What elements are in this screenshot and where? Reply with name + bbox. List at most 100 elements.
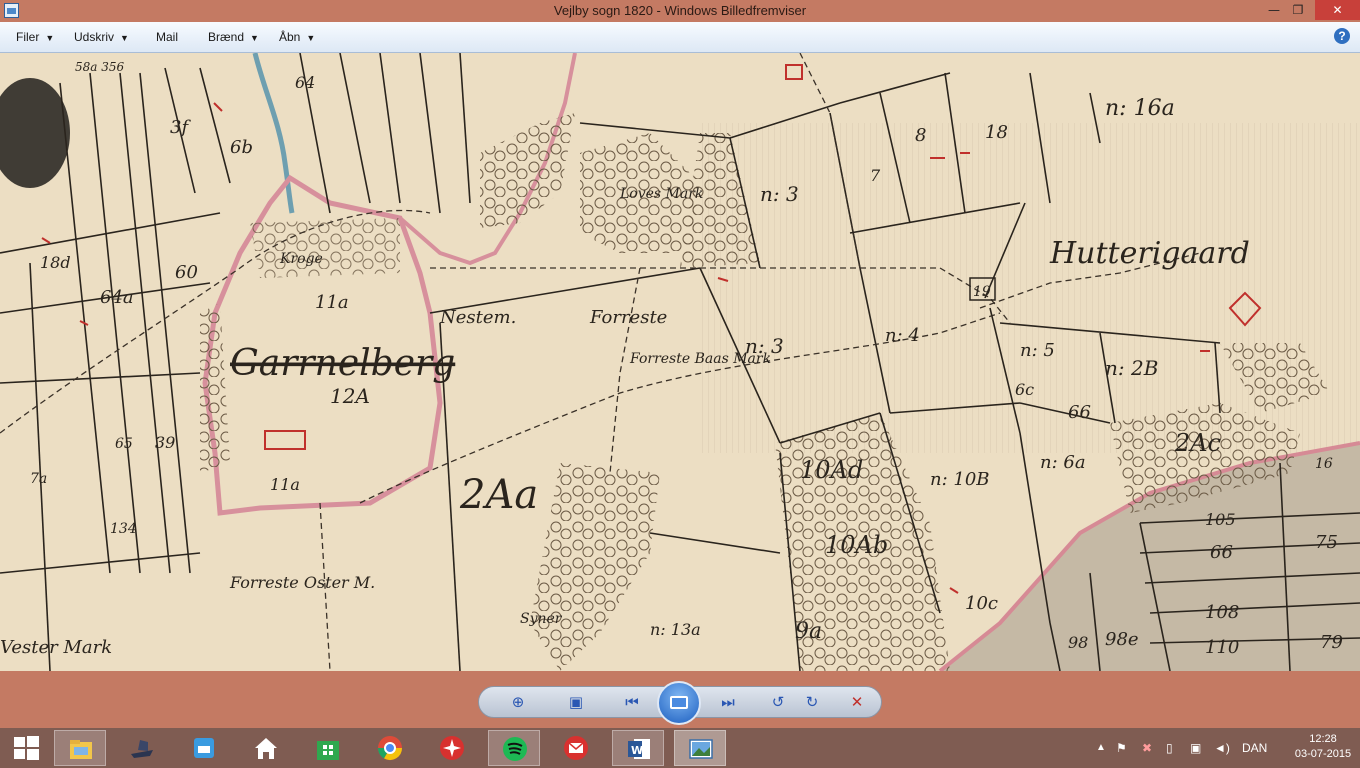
action-center-icon[interactable]: ⚑ <box>1116 728 1127 768</box>
taskbar-app-hat[interactable] <box>116 730 168 766</box>
map-label-huttrigaard: Hutterigaard <box>1049 236 1250 271</box>
historical-map: Hutterigaard Garrnelberg 2Aa Loves Mark … <box>0 53 1360 671</box>
map-label-n4: n: 4 <box>885 325 920 346</box>
close-window-button[interactable]: ✕ <box>1315 0 1360 20</box>
menu-burn-label: Brænd <box>208 30 245 44</box>
next-image-icon[interactable]: ⏭ <box>717 691 739 713</box>
taskbar-spotify[interactable] <box>488 730 540 766</box>
taskbar-app-red[interactable] <box>426 730 478 766</box>
window-title: Vejlby sogn 1820 - Windows Billedfremvis… <box>553 3 807 18</box>
previous-image-icon[interactable]: ⏮ <box>621 691 643 713</box>
photo-viewer-icon <box>689 739 713 759</box>
menu-file-label: Filer <box>16 30 40 44</box>
menu-bar: Filer ▼ Udskriv ▼ Mail Brænd ▼ Åbn ▼ ? <box>0 22 1360 53</box>
map-label-39: 39 <box>155 433 175 452</box>
chrome-icon <box>378 736 402 761</box>
map-label-11a-b: 11a <box>270 475 300 494</box>
map-label-98e: 98e <box>1105 629 1139 650</box>
menu-mail[interactable]: Mail <box>156 30 178 44</box>
clock-date: 03-07-2015 <box>1294 748 1352 760</box>
map-label-vester-mark: Vester Mark <box>0 637 112 658</box>
map-label-79: 79 <box>1320 632 1343 653</box>
security-alert-icon[interactable]: ✖ <box>1142 728 1152 768</box>
map-label-n3b: n: 3 <box>745 334 784 358</box>
map-label-forreste: Forreste <box>589 307 667 328</box>
rotate-ccw-icon[interactable]: ↺ <box>767 691 789 713</box>
map-label-64a: 64a <box>100 287 134 308</box>
clock[interactable]: 12:28 03-07-2015 <box>1293 732 1353 762</box>
menu-file[interactable]: Filer ▼ <box>16 30 54 44</box>
restore-button[interactable]: ❐ <box>1286 0 1310 20</box>
map-label-110: 110 <box>1205 637 1239 658</box>
store-icon <box>317 741 339 760</box>
map-label-n6a: n: 6a <box>1040 452 1086 473</box>
taskbar-mail[interactable] <box>550 730 602 766</box>
star-burst-icon <box>440 736 464 760</box>
map-label-19: 19 <box>973 284 991 300</box>
help-button[interactable]: ? <box>1334 28 1350 44</box>
map-label-6c: 6c <box>1015 380 1034 399</box>
map-label-64: 64 <box>295 73 315 92</box>
zoom-icon[interactable]: ⊕ <box>507 691 529 713</box>
title-bar: Vejlby sogn 1820 - Windows Billedfremvis… <box>0 0 1360 22</box>
map-label-2ac: 2Ac <box>1174 429 1221 457</box>
map-label-n10b: n: 10B <box>930 469 990 490</box>
taskbar-photo-viewer[interactable] <box>674 730 726 766</box>
show-hidden-icons[interactable]: ▲ <box>1096 728 1106 768</box>
volume-icon[interactable]: ◄) <box>1214 728 1230 768</box>
menu-burn[interactable]: Brænd ▼ <box>208 30 259 44</box>
fit-to-window-icon[interactable]: ▣ <box>565 691 587 713</box>
map-label-60: 60 <box>175 262 198 283</box>
minimize-button[interactable]: — <box>1262 0 1286 20</box>
map-label-garrnelberg: Garrnelberg <box>230 343 455 384</box>
windows-logo-icon <box>14 736 39 760</box>
map-label-loves-mark: Loves Mark <box>619 186 703 202</box>
map-label-12a: 12A <box>330 384 370 408</box>
map-label-18: 18 <box>985 122 1008 143</box>
viewer-controls-area: ⊕ ▣ ⏮ ⏭ ↺ ↻ ✕ <box>0 671 1360 728</box>
map-label-10c: 10c <box>965 593 998 614</box>
map-label-n2b: n: 2B <box>1105 356 1158 380</box>
map-label-n3a: n: 3 <box>760 182 799 206</box>
map-label-nestem: Nestem. <box>439 307 516 328</box>
map-label-66: 66 <box>1210 542 1233 563</box>
taskbar-chrome[interactable] <box>364 730 416 766</box>
menu-print[interactable]: Udskriv ▼ <box>74 30 129 44</box>
clock-time: 12:28 <box>1309 733 1337 745</box>
map-label-18d: 18d <box>40 253 71 272</box>
menu-open[interactable]: Åbn ▼ <box>279 30 315 44</box>
taskbar-app-store[interactable] <box>302 730 354 766</box>
taskbar-file-explorer[interactable] <box>54 730 106 766</box>
map-label-11a: 11a <box>315 292 349 313</box>
map-label-98: 98 <box>1068 633 1088 652</box>
chevron-down-icon: ▼ <box>45 33 55 43</box>
map-label-16: 16 <box>1315 456 1333 472</box>
slideshow-button[interactable] <box>657 681 701 725</box>
map-label-oster-mark: Forreste Oster M. <box>229 573 375 592</box>
taskbar-app-home[interactable] <box>240 730 292 766</box>
map-label-58a: 58a 356 <box>75 60 125 74</box>
network-icon[interactable]: ▣ <box>1190 728 1201 768</box>
device-icon[interactable]: ▯ <box>1166 728 1173 768</box>
start-button[interactable] <box>0 730 52 766</box>
map-label-105: 105 <box>1205 510 1236 529</box>
taskbar-app-inbox[interactable] <box>178 730 230 766</box>
chevron-down-icon: ▼ <box>306 33 316 43</box>
map-label-108: 108 <box>1205 602 1239 623</box>
map-label-2aa: 2Aa <box>459 472 538 518</box>
image-view[interactable]: Hutterigaard Garrnelberg 2Aa Loves Mark … <box>0 53 1360 671</box>
map-label-6b: 6b <box>230 137 253 158</box>
map-label-9a: 9a <box>795 619 822 644</box>
map-label-n16a: n: 16a <box>1105 96 1175 121</box>
slideshow-icon <box>670 696 688 709</box>
taskbar-word[interactable]: W <box>612 730 664 766</box>
map-label-syner: Syner <box>520 611 563 627</box>
language-indicator[interactable]: DAN <box>1242 728 1267 768</box>
map-label-7a: 7a <box>30 471 47 487</box>
rotate-cw-icon[interactable]: ↻ <box>801 691 823 713</box>
delete-icon[interactable]: ✕ <box>846 691 868 713</box>
map-label-66b: 66 <box>1068 402 1091 423</box>
map-label-10ab: 10Ab <box>825 531 888 559</box>
map-label-n13a: n: 13a <box>650 620 701 639</box>
menu-open-label: Åbn <box>279 30 301 44</box>
